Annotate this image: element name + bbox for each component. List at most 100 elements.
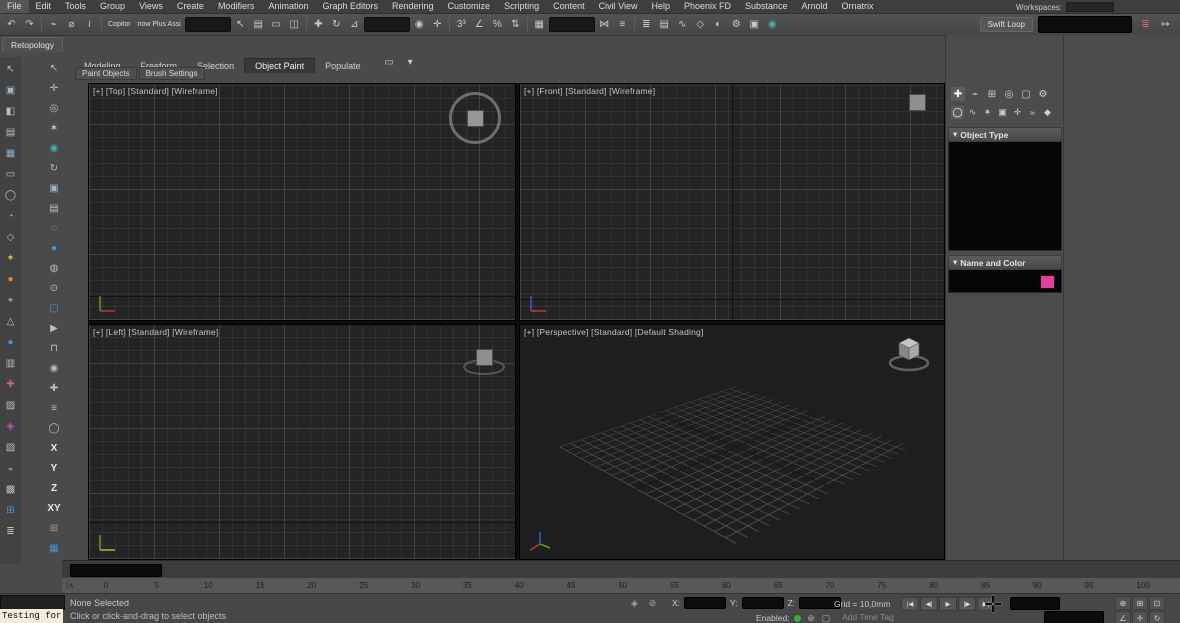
- rows-icon[interactable]: ▤: [3, 124, 19, 140]
- viewport-perspective[interactable]: [+] [Perspective] [Standard] [Default Sh…: [519, 324, 945, 560]
- listener-icon[interactable]: ≣: [1137, 16, 1154, 33]
- viewcube[interactable]: [909, 94, 926, 111]
- create-tab-icon[interactable]: ✚: [951, 87, 965, 101]
- select-and-link-icon[interactable]: ⌁: [45, 16, 62, 33]
- pattern2-icon[interactable]: ▧: [3, 439, 19, 455]
- circle-half-icon[interactable]: ◍: [46, 260, 62, 276]
- menu-edit[interactable]: Edit: [29, 0, 59, 13]
- undo-icon[interactable]: ↶: [3, 16, 20, 33]
- ribbon-minimize-icon[interactable]: ▭: [381, 54, 398, 71]
- image-icon[interactable]: ▣: [46, 180, 62, 196]
- redirect-icon[interactable]: ↦: [1157, 16, 1174, 33]
- orbit-icon[interactable]: ↻: [1149, 611, 1165, 623]
- viewcube-face[interactable]: [466, 109, 484, 127]
- menu-views[interactable]: Views: [132, 0, 170, 13]
- subtab-brush-settings[interactable]: Brush Settings: [138, 67, 205, 80]
- sphere-blue-icon[interactable]: ●: [3, 334, 19, 350]
- grid-blue-icon[interactable]: ▦: [3, 145, 19, 161]
- snaps-toggle-icon[interactable]: 3³: [453, 16, 470, 33]
- menu-content[interactable]: Content: [546, 0, 592, 13]
- enabled-status-dot[interactable]: [792, 613, 802, 623]
- menu-tools[interactable]: Tools: [58, 0, 93, 13]
- plus-icon[interactable]: ✚: [46, 380, 62, 396]
- bind-to-space-warp-icon[interactable]: ≀: [81, 16, 98, 33]
- layer-manager-icon[interactable]: ▤: [656, 16, 673, 33]
- helpers-icon[interactable]: ✛: [1011, 106, 1024, 119]
- menu-animation[interactable]: Animation: [261, 0, 315, 13]
- add-time-tag[interactable]: Add Time Tag: [842, 612, 894, 622]
- maxscript-mini-listener-input[interactable]: Testing for: [0, 609, 63, 623]
- ribbon-dropdown-icon[interactable]: ▾: [402, 54, 419, 71]
- swift-loop-button[interactable]: Swift Loop: [979, 17, 1033, 32]
- mini-record-icon[interactable]: ⊕: [805, 612, 818, 623]
- selection-region-icon[interactable]: ▭: [268, 16, 285, 33]
- selection-lock-icon[interactable]: ⊘: [646, 597, 659, 609]
- drop-teal-icon[interactable]: ◉: [46, 140, 62, 156]
- select-and-manipulate-icon[interactable]: ✛: [429, 16, 446, 33]
- target-icon[interactable]: ⌖: [3, 292, 19, 308]
- window-crossing-icon[interactable]: ◫: [286, 16, 303, 33]
- align-icon[interactable]: ≡: [614, 16, 631, 33]
- maxscript-mini-listener-macro-line[interactable]: [0, 595, 65, 610]
- menu-help[interactable]: Help: [644, 0, 677, 13]
- menu-arnold[interactable]: Arnold: [795, 0, 835, 13]
- ribbon-tab-populate[interactable]: Populate: [315, 59, 371, 73]
- reference-coordinate-dropdown[interactable]: [363, 17, 410, 32]
- pan-hand-icon[interactable]: ✛: [46, 80, 62, 96]
- pattern3-icon[interactable]: ▩: [3, 481, 19, 497]
- systems-icon[interactable]: ◆: [1041, 106, 1054, 119]
- pan-icon[interactable]: ✛: [1132, 611, 1148, 623]
- axis-x-button[interactable]: X: [46, 440, 62, 456]
- viewport-front-label[interactable]: [+] [Front] [Standard] [Wireframe]: [524, 86, 655, 96]
- display-tab-icon[interactable]: ▢: [1019, 87, 1033, 101]
- edit-named-selection-sets-icon[interactable]: ▦: [531, 16, 548, 33]
- geometry-icon[interactable]: ◯: [951, 106, 964, 119]
- grid-plus-blue-icon[interactable]: ⊞: [3, 502, 19, 518]
- menu-file[interactable]: File: [0, 0, 29, 13]
- select-and-move-icon[interactable]: ✚: [310, 16, 327, 33]
- select-by-name-icon[interactable]: ▤: [250, 16, 267, 33]
- redo-icon[interactable]: ↷: [21, 16, 38, 33]
- gem-purple-icon[interactable]: ◈: [3, 418, 19, 434]
- space-warps-icon[interactable]: ≈: [1026, 106, 1039, 119]
- hierarchy-tab-icon[interactable]: ⊞: [985, 87, 999, 101]
- list2-icon[interactable]: ≡: [46, 400, 62, 416]
- panel-icon[interactable]: ▣: [3, 82, 19, 98]
- go-to-start-button[interactable]: |◀: [901, 597, 919, 611]
- mirror-icon[interactable]: ⋈: [596, 16, 613, 33]
- menu-rendering[interactable]: Rendering: [385, 0, 441, 13]
- rect-tool-icon[interactable]: ▭: [3, 166, 19, 182]
- play-icon[interactable]: ▶: [46, 320, 62, 336]
- cameras-icon[interactable]: ▣: [996, 106, 1009, 119]
- schematic-view-icon[interactable]: ◇: [692, 16, 709, 33]
- star-icon[interactable]: ✶: [46, 120, 62, 136]
- ribbon-tab-object-paint[interactable]: Object Paint: [244, 58, 316, 73]
- render-production-icon[interactable]: ◉: [764, 16, 781, 33]
- zoom-all-icon[interactable]: ⊞: [1132, 596, 1148, 610]
- plus-red-icon[interactable]: ✚: [3, 376, 19, 392]
- image2-icon[interactable]: ▤: [46, 200, 62, 216]
- pattern-icon[interactable]: ▨: [3, 397, 19, 413]
- axis-z-button[interactable]: Z: [46, 480, 62, 496]
- unlink-selection-icon[interactable]: ⌀: [63, 16, 80, 33]
- mini-note-icon[interactable]: ▢: [820, 612, 833, 623]
- circle-dot-icon[interactable]: ⊙: [46, 280, 62, 296]
- menu-phoenix-fd[interactable]: Phoenix FD: [677, 0, 738, 13]
- viewport-front[interactable]: [+] [Front] [Standard] [Wireframe]: [519, 83, 945, 321]
- angle-snap-icon[interactable]: ∠: [471, 16, 488, 33]
- timeline-ruler[interactable]: I∧ 0 5 10 15 20 25 30 35 40 45 50 55 60 65 70 75 80 85 90 9…: [62, 577, 1180, 594]
- sphere-blue2-icon[interactable]: ●: [46, 240, 62, 256]
- use-pivot-point-icon[interactable]: ◉: [411, 16, 428, 33]
- viewport-left-label[interactable]: [+] [Left] [Standard] [Wireframe]: [93, 327, 218, 337]
- axis-xy-button[interactable]: XY: [46, 500, 62, 516]
- panel-splitter[interactable]: [1063, 35, 1064, 595]
- monitor-blue-icon[interactable]: ▢: [46, 300, 62, 316]
- retopology-tab[interactable]: Retopology: [2, 37, 64, 52]
- rotate-icon[interactable]: ↻: [46, 160, 62, 176]
- coord-input-x[interactable]: [684, 597, 727, 609]
- select-and-scale-icon[interactable]: ⊿: [346, 16, 363, 33]
- triangle-icon[interactable]: △: [3, 313, 19, 329]
- menu-scripting[interactable]: Scripting: [497, 0, 546, 13]
- viewcube[interactable]: [886, 331, 932, 375]
- curve-editor-icon[interactable]: ∿: [674, 16, 691, 33]
